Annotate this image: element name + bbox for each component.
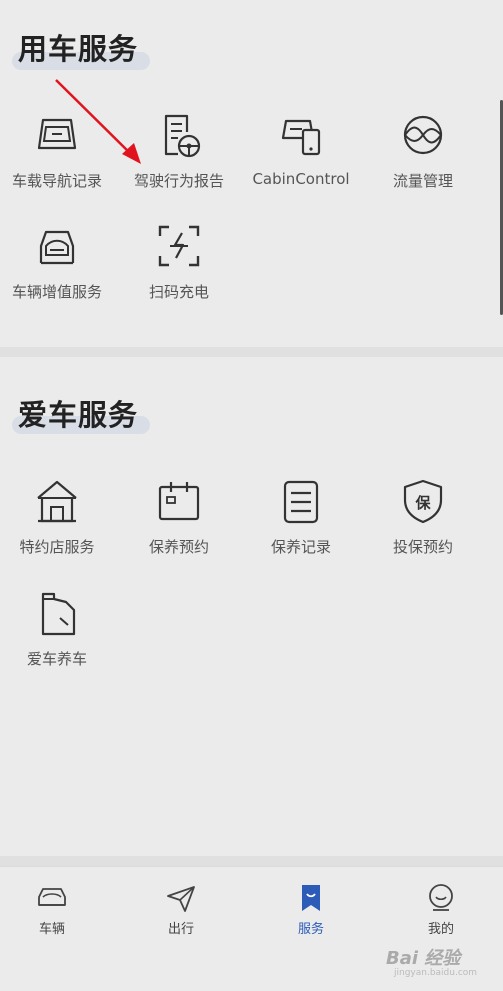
service-item-oil-can[interactable]: 爱车养车 — [0, 588, 117, 688]
service-label: 特约店服务 — [19, 538, 95, 556]
dealer-store-icon — [37, 480, 77, 523]
service-item-maintenance-record[interactable]: 保养记录 — [241, 476, 361, 576]
watermark-sub: jingyan.baidu.com — [394, 968, 478, 978]
bookmark-icon — [302, 885, 320, 911]
service-label: 投保预约 — [392, 538, 453, 556]
baidu-watermark: Bai 经验 jingyan.baidu.com — [382, 936, 500, 986]
car-value-icon — [39, 230, 75, 265]
section-divider — [0, 856, 503, 866]
annotation-arrow — [55, 79, 141, 164]
service-item-maintenance-calendar[interactable]: 保养预约 — [119, 476, 239, 576]
tab-profile[interactable]: 我的 — [401, 883, 481, 937]
service-item-scan-charge[interactable]: 扫码充电 — [119, 221, 239, 321]
plane-icon — [167, 886, 195, 912]
tab-label: 车辆 — [38, 922, 65, 937]
service-label: 扫码充电 — [148, 283, 209, 301]
watermark-text: Bai 经验 — [386, 948, 461, 969]
service-item-insurance[interactable]: 保 投保预约 — [363, 476, 483, 576]
service-item-dealer-store[interactable]: 特约店服务 — [0, 476, 117, 576]
service-label: 车辆增值服务 — [11, 283, 102, 301]
service-label: 保养记录 — [270, 538, 331, 556]
shield-char: 保 — [414, 494, 431, 512]
car-icon — [38, 888, 66, 906]
tab-services[interactable]: 服务 — [271, 883, 351, 937]
section-divider — [0, 347, 503, 357]
tab-label: 我的 — [427, 922, 454, 937]
maintenance-calendar-icon — [158, 482, 200, 521]
section-title-car-care-services: 爱车服务 — [18, 398, 139, 432]
tab-vehicle[interactable]: 车辆 — [12, 883, 92, 937]
profile-icon — [429, 884, 453, 911]
maintenance-record-icon — [283, 480, 319, 524]
service-label: 保养预约 — [148, 538, 209, 556]
insurance-shield-icon: 保 — [403, 479, 443, 524]
scan-charge-icon — [158, 225, 200, 267]
tab-label: 出行 — [167, 922, 194, 937]
tab-label: 服务 — [297, 922, 324, 937]
service-label: 爱车养车 — [26, 650, 87, 668]
service-item-car-value[interactable]: 车辆增值服务 — [0, 221, 117, 321]
oil-can-icon — [41, 592, 76, 636]
tab-travel[interactable]: 出行 — [141, 883, 221, 937]
